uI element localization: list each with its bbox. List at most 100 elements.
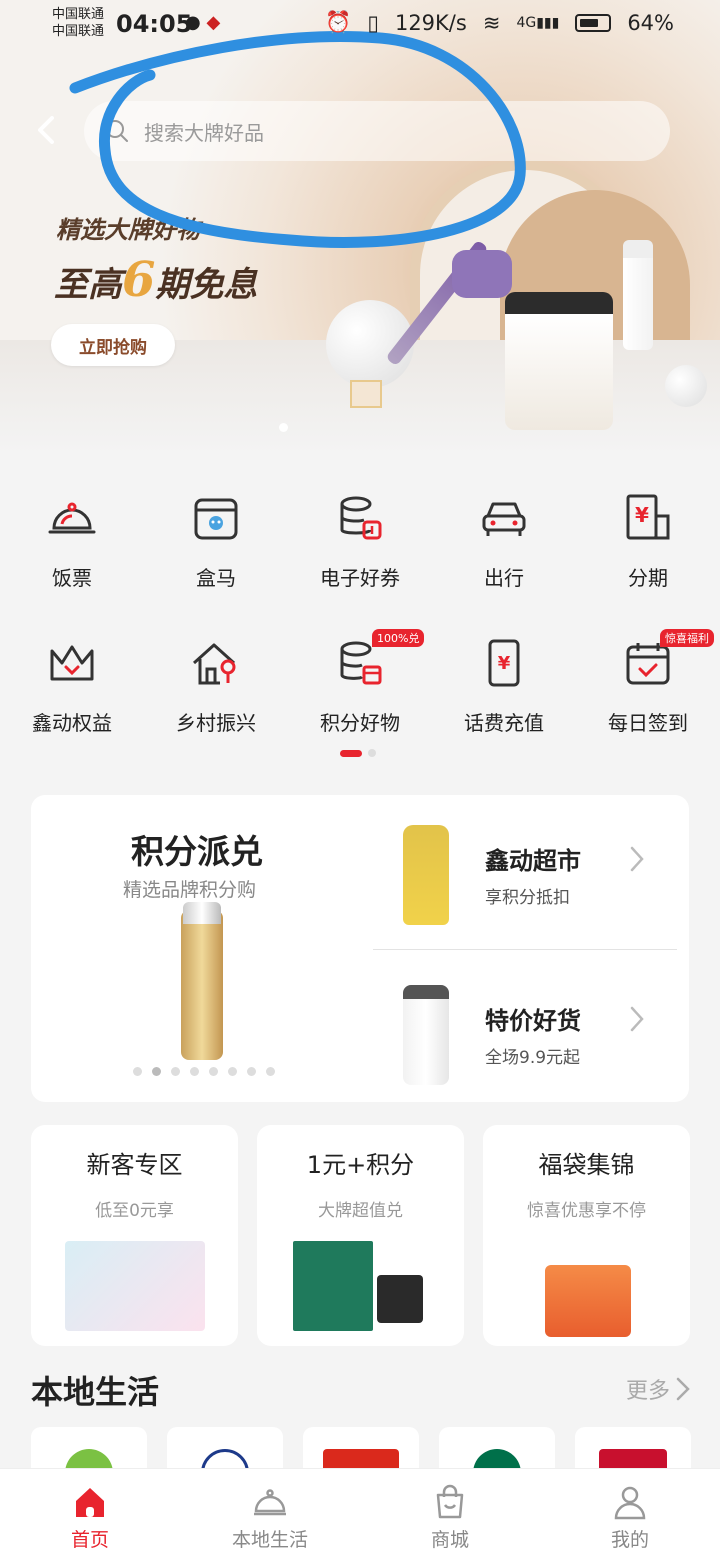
net-speed: 129K/s — [394, 10, 467, 35]
service-village[interactable]: 乡村振兴 — [144, 635, 288, 780]
service-label: 鑫动权益 — [32, 711, 112, 735]
special-deals-title: 特价好货 — [485, 1007, 581, 1035]
promo-card-subtitle: 大牌超值兑 — [318, 1201, 403, 1221]
svg-text:¥: ¥ — [635, 503, 649, 527]
carousel-dot — [209, 1067, 218, 1076]
banner-promo-line1: 精选大牌好物 — [56, 215, 200, 244]
service-dining[interactable]: 饭票 — [0, 490, 144, 635]
skincare-bottle-image — [623, 240, 653, 350]
points-card-title[interactable]: 积分派兑 — [131, 825, 263, 873]
service-tag: 100%兑 — [372, 629, 425, 647]
service-installment[interactable]: ¥ 分期 — [576, 490, 720, 635]
promo-card-title: 1元+积分 — [306, 1151, 415, 1179]
promo-card-subtitle: 低至0元享 — [95, 1201, 174, 1221]
promo-banner[interactable]: 精选大牌好物 至高6期免息 立即抢购 — [0, 0, 720, 455]
promo-card-subtitle: 惊喜优惠享不停 — [527, 1201, 646, 1221]
service-row-1: 饭票 盒马 电子好券 出行 ¥ 分期 — [0, 490, 720, 635]
service-label: 乡村振兴 — [176, 711, 256, 735]
tab-label: 商城 — [430, 1529, 469, 1551]
one-yuan-points-card[interactable]: 1元+积分 大牌超值兑 — [257, 1125, 464, 1346]
tab-mine[interactable]: 我的 — [540, 1469, 720, 1560]
alarm-icon: ⏰ — [325, 10, 352, 34]
user-icon — [614, 1486, 646, 1520]
battery-level: 64% — [627, 10, 674, 35]
service-grid-pager — [340, 749, 376, 757]
cooking-oil-image — [403, 825, 449, 925]
supermarket-entry[interactable]: 鑫动超市 享积分抵扣 — [403, 805, 673, 925]
service-tag: 惊喜福利 — [660, 629, 714, 647]
pager-dot — [368, 749, 376, 757]
signal-icon: 4G▮▮▮ — [516, 14, 560, 31]
battery-icon — [575, 13, 612, 32]
tab-mall[interactable]: 商城 — [360, 1469, 540, 1560]
tab-local-life[interactable]: 本地生活 — [180, 1469, 360, 1560]
chevron-right-icon — [676, 1377, 690, 1401]
service-phone-topup[interactable]: ¥ 话费充值 — [432, 635, 576, 780]
vacuum-motor-image — [452, 250, 512, 298]
points-carousel-dots — [133, 1067, 275, 1076]
promo-card-title: 福袋集锦 — [538, 1151, 635, 1179]
new-customer-card[interactable]: 新客专区 低至0元享 — [31, 1125, 238, 1346]
home-icon — [76, 1488, 104, 1517]
notification-icons: ● ◆ — [185, 12, 220, 33]
carousel-dot — [228, 1067, 237, 1076]
service-benefits[interactable]: 鑫动权益 — [0, 635, 144, 780]
service-travel[interactable]: 出行 — [432, 490, 576, 635]
tab-label: 首页 — [70, 1529, 109, 1551]
service-label: 每日签到 — [608, 711, 688, 735]
installment-icon: ¥ — [626, 494, 670, 540]
buy-now-button[interactable]: 立即抢购 — [51, 324, 175, 366]
car-icon — [482, 502, 526, 536]
tab-home[interactable]: 首页 — [0, 1469, 180, 1560]
carrier-2: 中国联通 — [52, 24, 105, 39]
service-row-2: 鑫动权益 乡村振兴 100%兑 积分好物 ¥ 话费充值 惊喜福利 每日签到 — [0, 629, 720, 780]
vibrate-icon: ▯ — [367, 10, 379, 35]
special-deals-entry[interactable]: 特价好货 全场9.9元起 — [403, 965, 673, 1085]
status-bar: 中国联通 中国联通 04:05 ● ◆ ⏰ ▯ 129K/s ≋ 4G▮▮▮ 6… — [0, 0, 720, 50]
tab-label: 我的 — [610, 1529, 649, 1551]
coupon-icon — [340, 496, 382, 540]
points-redeem-card: 积分派兑 精选品牌积分购 鑫动超市 享积分抵扣 特价好货 全场9.9元起 — [31, 795, 689, 1102]
carousel-dot-active — [152, 1067, 161, 1076]
bottom-tab-bar: 首页 本地生活 商城 我的 — [0, 1468, 720, 1560]
service-label: 出行 — [484, 566, 524, 590]
search-input[interactable]: 搜索大牌好品 — [84, 101, 670, 161]
banner-page-indicator — [279, 423, 288, 432]
supermarket-desc: 享积分抵扣 — [485, 888, 570, 908]
cosmetics-box-image — [293, 1241, 373, 1331]
carousel-dot — [266, 1067, 275, 1076]
service-label: 盒马 — [196, 566, 236, 590]
back-button[interactable] — [30, 110, 66, 150]
more-label: 更多 — [625, 1379, 670, 1404]
search-placeholder: 搜索大牌好品 — [144, 120, 264, 145]
service-coupon[interactable]: 电子好券 — [288, 490, 432, 635]
local-life-more-link[interactable]: 更多 — [626, 1373, 690, 1405]
promo-card-title: 新客专区 — [86, 1151, 183, 1179]
lucky-bag-card[interactable]: 福袋集锦 惊喜优惠享不停 — [483, 1125, 690, 1346]
points-card-subtitle: 精选品牌积分购 — [123, 879, 257, 901]
service-hema[interactable]: 盒马 — [144, 490, 288, 635]
carousel-dot — [190, 1067, 199, 1076]
promo-suffix: 期免息 — [155, 265, 258, 305]
points-card-divider — [373, 949, 677, 950]
carrier-labels: 中国联通 中国联通 — [52, 6, 104, 40]
clock: 04:05 — [116, 10, 193, 38]
wifi-icon: ≋ — [482, 10, 501, 35]
chevron-right-icon — [630, 846, 644, 872]
carrier-1: 中国联通 — [52, 7, 105, 22]
sunscreen-product-image[interactable] — [181, 902, 223, 1060]
service-grid: 饭票 盒马 电子好券 出行 ¥ 分期 鑫动权益 乡村振兴 100%兑 积分好物 … — [0, 490, 720, 780]
service-points-goods[interactable]: 100%兑 积分好物 — [288, 629, 432, 780]
gift-box-decoration — [350, 380, 382, 408]
promo-number: 6 — [122, 252, 156, 308]
search-icon — [106, 120, 128, 142]
chevron-right-icon — [630, 1006, 644, 1032]
promo-prefix: 至高 — [54, 265, 122, 305]
village-house-icon — [192, 643, 236, 685]
service-label: 饭票 — [52, 566, 92, 590]
cloche-icon — [254, 1489, 286, 1516]
banner-small-sphere — [665, 365, 707, 407]
local-life-heading: 本地生活 — [31, 1373, 160, 1411]
service-daily-checkin[interactable]: 惊喜福利 每日签到 — [576, 629, 720, 780]
carousel-dot — [247, 1067, 256, 1076]
